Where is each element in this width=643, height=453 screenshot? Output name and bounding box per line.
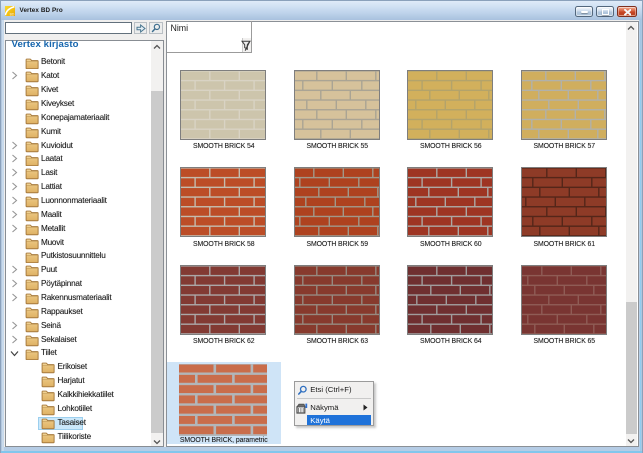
svg-text:BD: BD (10, 13, 15, 16)
